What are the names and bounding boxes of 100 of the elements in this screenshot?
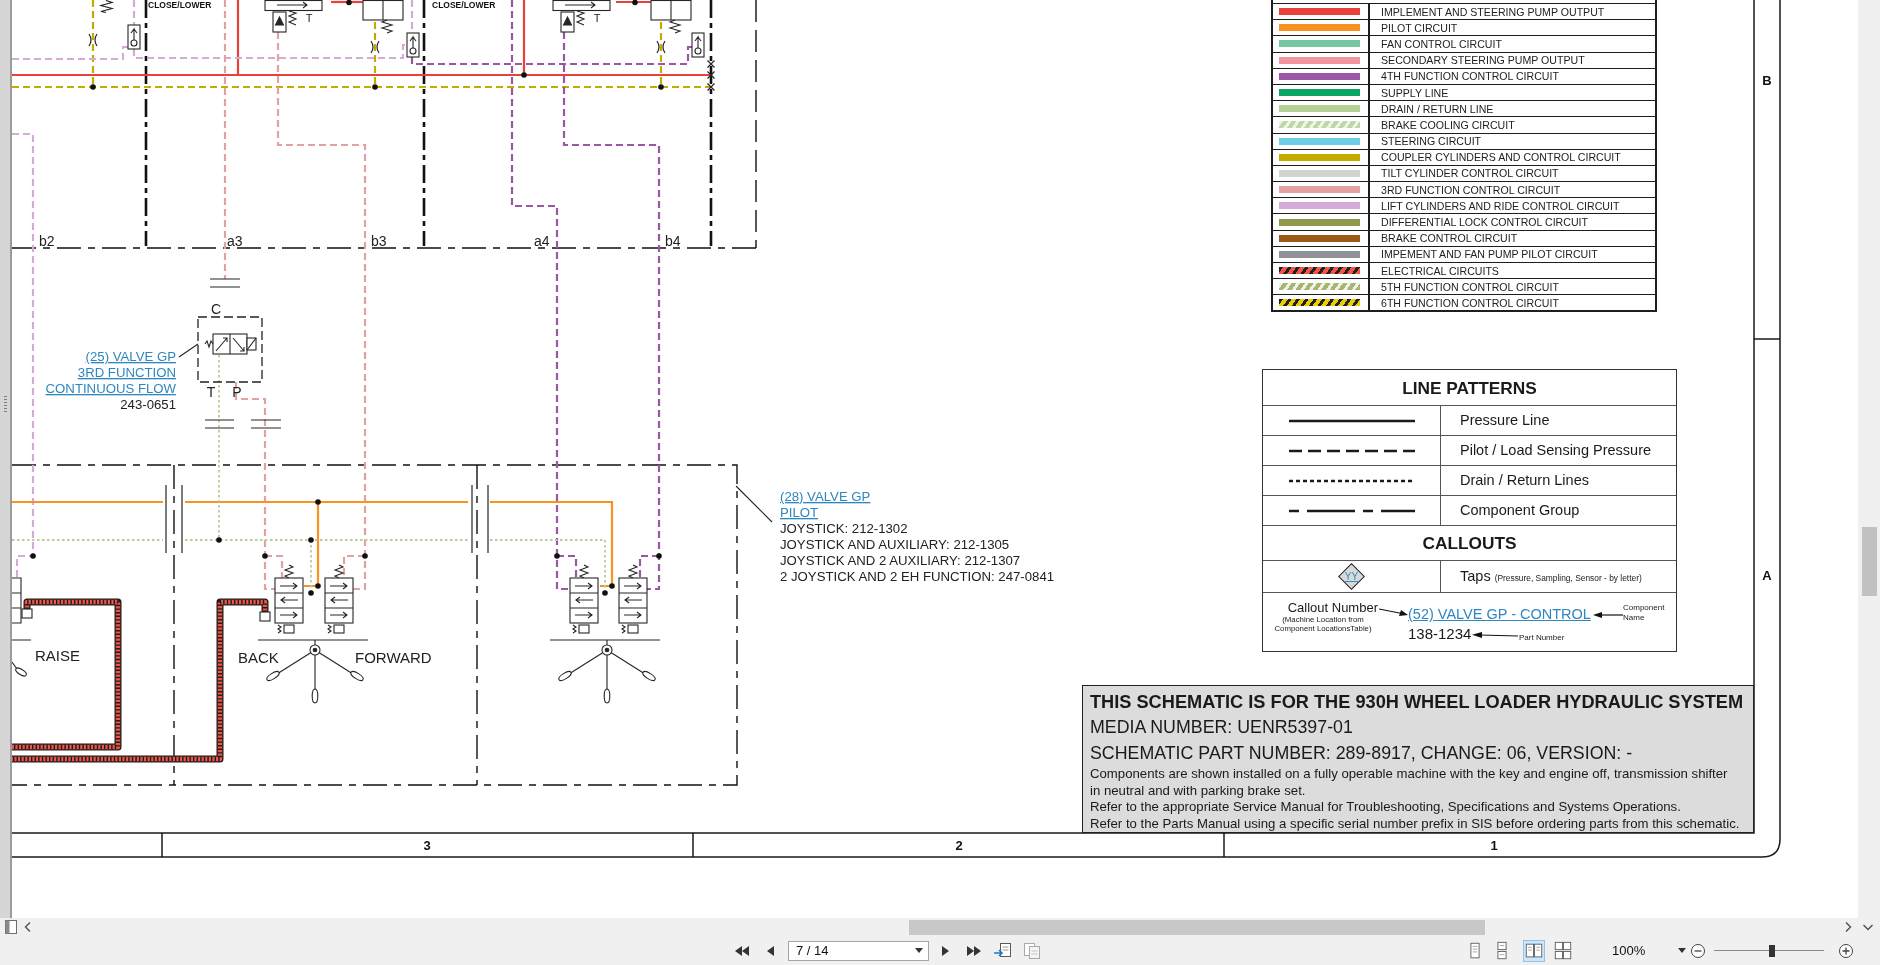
caret-icon (915, 948, 923, 953)
part-number-text: JOYSTICK AND 2 AUXILIARY: 212-1307 (780, 553, 1021, 568)
orifice-symbol (656, 40, 666, 54)
callout-number-label: Callout Number (1286, 600, 1378, 615)
legend-label: 6TH FUNCTION CONTROL CIRCUIT (1380, 296, 1559, 309)
callout-link[interactable]: (28) VALVE GP (780, 489, 871, 504)
tap-note: (Pressure, Sampling, Sensor - by letter) (1494, 573, 1642, 583)
line-label: b4 (665, 233, 681, 249)
hydraulic-line (132, 0, 136, 25)
line-label: b3 (371, 233, 387, 249)
zoom-slider-thumb[interactable] (1769, 944, 1776, 957)
legend-label: DIFFERENTIAL LOCK CONTROL CIRCUIT (1380, 216, 1588, 229)
note-text: Components are shown installed on a fully operable machine with the key and engine off, transmission shifter in neutral and with parking brake set. (1090, 766, 1729, 799)
legend-label: SECONDARY STEERING PUMP OUTPUT (1380, 54, 1585, 67)
check-valve-symbol (406, 32, 420, 58)
caret-icon (1678, 948, 1686, 953)
orifice-symbol (370, 40, 380, 54)
pilot-valve-symbol (324, 564, 354, 634)
legend-label: PILOT CIRCUIT (1380, 21, 1458, 34)
page-arrow-icon[interactable] (993, 941, 1013, 960)
callout-link[interactable]: PILOT (780, 505, 819, 520)
line-pattern-icon (1288, 418, 1415, 423)
check-valve-symbol (691, 32, 705, 58)
wire-connector-symbol (21, 608, 33, 619)
part-number-text: JOYSTICK AND AUXILIARY: 212-1305 (780, 537, 1010, 552)
line-pattern-label: Pilot / Load Sensing Pressure (1459, 442, 1652, 459)
leader-line (178, 343, 199, 358)
quick-coupler-symbol (471, 484, 489, 554)
leader-arrow (1593, 611, 1623, 619)
port-label: C (210, 301, 222, 317)
port-label: T (305, 12, 313, 24)
note-text: Refer to the appropriate Service Manual for Troubleshooting, Specifications and Systems Operations. (1090, 799, 1682, 816)
part-number-text: 138-1234 (1408, 625, 1472, 642)
two-page-continuous-icon[interactable] (1552, 939, 1574, 962)
lever-label: BACK (238, 649, 279, 666)
scrollbar-thumb[interactable] (909, 919, 1485, 935)
legend-label: BRAKE COOLING CIRCUIT (1380, 118, 1515, 131)
zoom-level-dropdown[interactable]: 100% (1600, 940, 1688, 961)
pilot-valve-symbol (12, 577, 22, 624)
zoom-out-icon[interactable] (1690, 942, 1706, 959)
legend-label: LIFT CYLINDERS AND RIDE CONTROL CIRCUIT (1380, 199, 1620, 212)
junction-dot (30, 553, 36, 559)
lever-label: FORWARD (355, 649, 432, 666)
page-number-field[interactable]: 7 / 14 (788, 940, 929, 961)
spring-symbol (98, 0, 115, 14)
callout-link[interactable]: CONTINUOUS FLOW (45, 381, 176, 396)
zone-label: 3 (423, 838, 431, 853)
valve-label: CLOSE/LOWER (432, 0, 496, 10)
legend-label: DRAIN / RETURN LINE (1380, 102, 1494, 115)
cross-mark (706, 70, 716, 80)
check-valve-symbol (127, 24, 141, 50)
legend-label: STEERING CIRCUIT (1380, 135, 1482, 148)
junction-dot (656, 553, 662, 559)
pilot-valve-symbol (274, 564, 304, 634)
line-pattern-label: Drain / Return Lines (1459, 472, 1589, 489)
callout-link[interactable]: (25) VALVE GP (85, 349, 176, 364)
junction-dot (216, 537, 222, 543)
callout-link[interactable]: (52) VALVE GP - CONTROL (1408, 606, 1591, 623)
scrollbar-thumb[interactable] (1861, 527, 1877, 596)
zone-label: B (1762, 73, 1772, 88)
solenoid-valve-symbol (204, 333, 257, 355)
port-label: T (206, 384, 216, 400)
hydraulic-line (331, 0, 363, 4)
legend-label: IMPLEMENT AND STEERING PUMP OUTPUT (1380, 5, 1605, 18)
hydraulic-line (616, 0, 651, 4)
junction-dot (362, 553, 368, 559)
legend-label: BRAKE CONTROL CIRCUIT (1380, 232, 1518, 245)
tap-label: Taps (1460, 568, 1491, 585)
junction-dot (372, 84, 378, 90)
legend-label: TILT CYLINDER CONTROL CIRCUIT (1380, 167, 1559, 180)
title-block-heading: THIS SCHEMATIC IS FOR THE 930H WHEEL LOADER HYDRAULIC SYSTEM (1090, 691, 1745, 714)
legend-label: 4TH FUNCTION CONTROL CIRCUIT (1380, 70, 1559, 83)
part-number-text: 243-0651 (120, 397, 176, 412)
junction-dot (315, 499, 321, 505)
component-name-label: Component Name (1623, 603, 1666, 622)
legend-label: 3RD FUNCTION CONTROL CIRCUIT (1380, 183, 1561, 196)
quick-coupler-symbol (204, 419, 235, 429)
zone-label: 1 (1490, 838, 1498, 853)
junction-dot (308, 537, 314, 543)
table-heading: LINE PATTERNS (1402, 377, 1537, 398)
line-pattern-label: Component Group (1459, 502, 1580, 519)
table-heading: CALLOUTS (1422, 533, 1517, 553)
legend-label: COUPLER CYLINDERS AND CONTROL CIRCUIT (1380, 151, 1621, 164)
line-pattern-icon (1288, 478, 1415, 483)
line-pattern-icon (1288, 508, 1415, 513)
legend-label: SUPPLY LINE (1380, 86, 1449, 99)
junction-dot (554, 553, 560, 559)
note-text: Refer to the Parts Manual using a specific serial number prefix in SIS before ordering parts from this schematic. (1090, 815, 1741, 832)
wire-connector-symbol (259, 611, 271, 622)
quick-coupler-symbol (209, 278, 241, 288)
line-pattern-label: Pressure Line (1459, 412, 1550, 429)
zoom-in-icon[interactable] (1838, 942, 1854, 959)
valve-label: CLOSE/LOWER (148, 0, 212, 10)
lever-label: RAISE (35, 647, 80, 664)
callout-link[interactable]: 3RD FUNCTION (77, 365, 176, 380)
panel-icon[interactable] (4, 919, 18, 935)
port-label: P (232, 384, 242, 400)
line-label: a4 (534, 233, 550, 249)
zone-label: 2 (955, 838, 963, 853)
two-page-icon[interactable] (1523, 939, 1545, 962)
